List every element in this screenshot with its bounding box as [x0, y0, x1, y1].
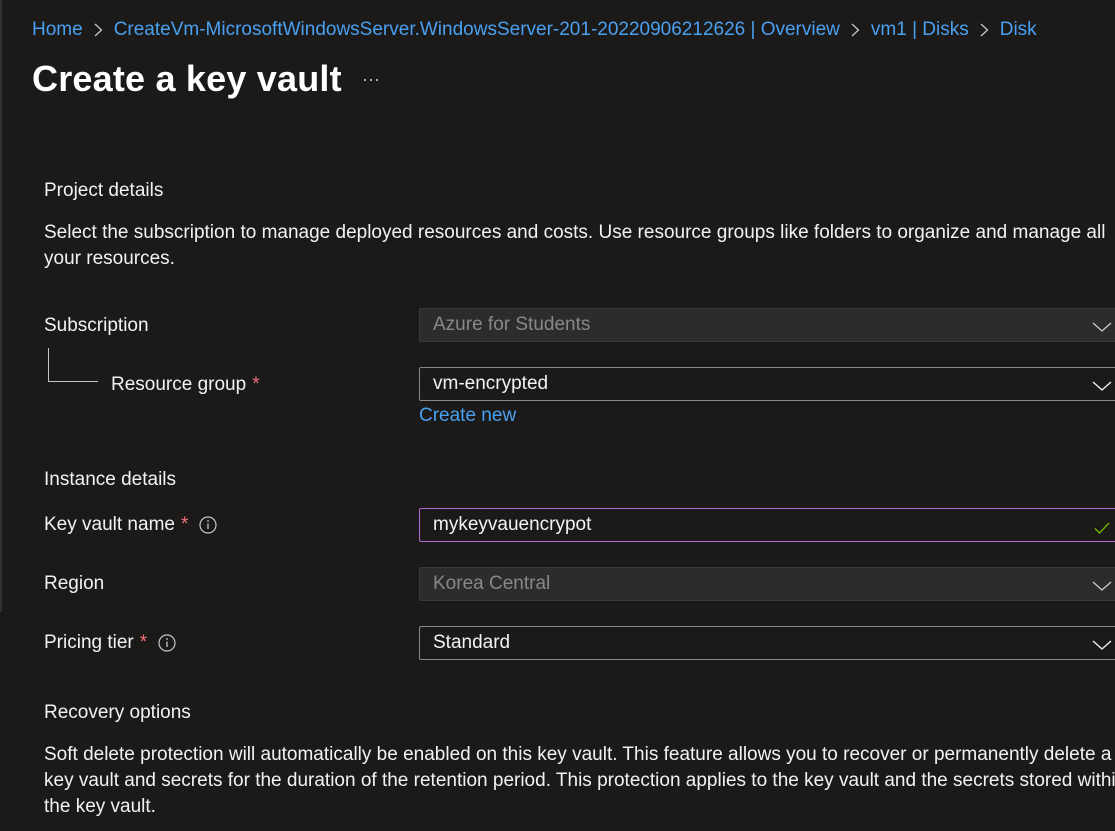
pricing-tier-dropdown[interactable]: Standard	[419, 626, 1115, 660]
region-value: Korea Central	[433, 573, 551, 594]
more-options-button[interactable]: ···	[358, 66, 384, 92]
breadcrumb-vm-disks[interactable]: vm1 | Disks	[871, 19, 969, 41]
left-edge-divider	[0, 0, 2, 612]
region-dropdown: Korea Central	[419, 567, 1115, 601]
checkmark-icon	[1094, 519, 1110, 535]
pricing-tier-label: Pricing tier *	[44, 632, 176, 654]
more-icon: ···	[362, 68, 380, 89]
recovery-options-heading: Recovery options	[44, 702, 191, 723]
create-key-vault-page: Home CreateVm-MicrosoftWindowsServer.Win…	[0, 0, 1115, 831]
key-vault-name-value: mykeyvauencrypot	[433, 514, 592, 535]
resource-group-label-text: Resource group	[111, 374, 247, 395]
required-marker: *	[180, 514, 189, 535]
recovery-options-description: Soft delete protection will automaticall…	[44, 744, 1115, 817]
region-label-text: Region	[44, 573, 105, 594]
subscription-value: Azure for Students	[433, 314, 591, 335]
breadcrumb-disk[interactable]: Disk	[1000, 19, 1037, 41]
tree-connector-vertical	[48, 348, 49, 382]
info-icon[interactable]	[199, 516, 217, 534]
region-label: Region	[44, 573, 104, 595]
chevron-right-icon	[94, 23, 103, 37]
chevron-down-icon	[1092, 577, 1112, 591]
project-details-heading: Project details	[44, 180, 164, 201]
subscription-label-text: Subscription	[44, 315, 149, 336]
instance-details-heading: Instance details	[44, 469, 177, 490]
chevron-right-icon	[851, 23, 860, 37]
key-vault-name-input[interactable]: mykeyvauencrypot	[419, 508, 1115, 542]
key-vault-name-label-text: Key vault name	[44, 514, 175, 535]
chevron-down-icon	[1092, 636, 1112, 650]
breadcrumb: Home CreateVm-MicrosoftWindowsServer.Win…	[32, 16, 1037, 44]
chevron-down-icon	[1092, 318, 1112, 332]
breadcrumb-home[interactable]: Home	[32, 19, 83, 41]
chevron-down-icon	[1092, 377, 1112, 391]
chevron-right-icon	[980, 23, 989, 37]
pricing-tier-label-text: Pricing tier	[44, 632, 134, 653]
page-title: Create a key vault	[32, 58, 342, 99]
subscription-label: Subscription	[44, 315, 149, 337]
create-new-resource-group-link[interactable]: Create new	[419, 405, 516, 427]
required-marker: *	[252, 374, 260, 395]
key-vault-name-label: Key vault name *	[44, 514, 217, 536]
subscription-dropdown: Azure for Students	[419, 308, 1115, 342]
resource-group-label: Resource group *	[111, 374, 260, 396]
resource-group-dropdown[interactable]: vm-encrypted	[419, 367, 1115, 401]
resource-group-value: vm-encrypted	[433, 373, 549, 394]
project-details-description: Select the subscription to manage deploy…	[44, 222, 1106, 269]
info-icon[interactable]	[158, 634, 176, 652]
required-marker: *	[139, 632, 148, 653]
pricing-tier-value: Standard	[433, 632, 511, 653]
tree-connector-horizontal	[48, 381, 98, 382]
breadcrumb-deployment-overview[interactable]: CreateVm-MicrosoftWindowsServer.WindowsS…	[114, 19, 840, 41]
